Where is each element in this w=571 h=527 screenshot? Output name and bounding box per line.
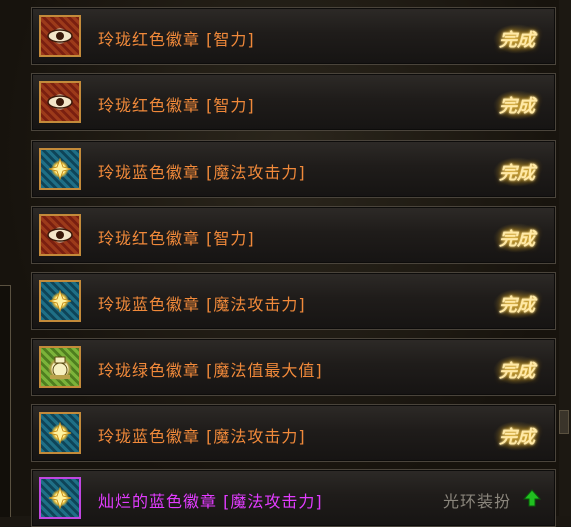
scrollbar-thumb[interactable] (559, 410, 569, 434)
list-item[interactable]: 玲珑绿色徽章 [魔法值最大值] 完成 (31, 338, 556, 396)
item-name: 灿烂的蓝色徽章 [魔法攻击力] (98, 492, 323, 511)
list-item[interactable]: 玲珑红色徽章 [智力] 完成 (31, 7, 556, 65)
item-name: 玲珑红色徽章 [智力] (98, 96, 255, 115)
left-panel-edge (0, 285, 11, 517)
scrollbar[interactable] (559, 0, 571, 516)
complete-button[interactable]: 完成 (493, 157, 541, 187)
complete-button[interactable]: 完成 (493, 421, 541, 451)
item-name: 玲珑红色徽章 [智力] (98, 229, 255, 248)
blue-badge-icon (39, 412, 81, 454)
item-name: 玲珑绿色徽章 [魔法值最大值] (98, 361, 323, 380)
blue-badge-icon (39, 280, 81, 322)
blue-badge-icon (39, 148, 81, 190)
red-badge-icon (39, 81, 81, 123)
green-up-arrow-icon[interactable] (523, 489, 541, 507)
list-item[interactable]: 玲珑蓝色徽章 [魔法攻击力] 完成 (31, 272, 556, 330)
green-badge-icon (39, 346, 81, 388)
complete-button[interactable]: 完成 (493, 289, 541, 319)
complete-button[interactable]: 完成 (493, 355, 541, 385)
complete-button[interactable]: 完成 (493, 90, 541, 120)
item-name: 玲珑蓝色徽章 [魔法攻击力] (98, 163, 306, 182)
list-item[interactable]: 玲珑蓝色徽章 [魔法攻击力] 完成 (31, 404, 556, 462)
item-name: 玲珑蓝色徽章 [魔法攻击力] (98, 295, 306, 314)
list-item[interactable]: 玲珑蓝色徽章 [魔法攻击力] 完成 (31, 140, 556, 198)
purple-badge-icon (39, 477, 81, 519)
list-item[interactable]: 玲珑红色徽章 [智力] 完成 (31, 73, 556, 131)
list-item[interactable]: 玲珑红色徽章 [智力] 完成 (31, 206, 556, 264)
item-name: 玲珑蓝色徽章 [魔法攻击力] (98, 427, 306, 446)
list-item[interactable]: 灿烂的蓝色徽章 [魔法攻击力] 光环装扮 (31, 469, 556, 527)
item-name: 玲珑红色徽章 [智力] (98, 30, 255, 49)
status-label: 光环装扮 (442, 492, 511, 511)
red-badge-icon (39, 15, 81, 57)
complete-button[interactable]: 完成 (493, 24, 541, 54)
complete-button[interactable]: 完成 (493, 223, 541, 253)
red-badge-icon (39, 214, 81, 256)
